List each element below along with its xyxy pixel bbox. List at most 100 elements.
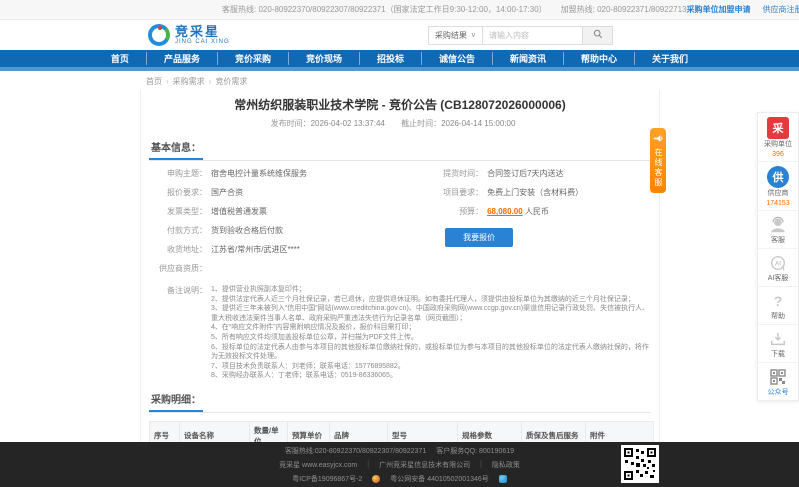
breadcrumb-separator: › — [208, 77, 212, 86]
footer-separator: | — [367, 461, 370, 468]
info-value: 合同签订后7天内送达 — [487, 169, 564, 178]
remark-line: 5、所有响应文件均须加盖投标单位公章，并扫描为PDF文件上传。 — [211, 333, 418, 341]
question-icon: ? — [773, 293, 783, 309]
budget-amount: 68,080.00 — [487, 207, 523, 216]
info-row-payment: 付款方式： 货到验收合格后付款 — [149, 226, 425, 236]
info-row-subject: 申购主题： 宿舍电控计量系统维保服务 — [149, 169, 425, 179]
sidebar-item-label: 采购单位 — [764, 141, 792, 148]
info-row-qualification: 供应商资质： — [149, 264, 425, 274]
remarks-block: 备注说明： 1、提供营业执照副本复印件； 2、提供法定代表人近三个月社保记录，若… — [149, 285, 651, 381]
search-button[interactable] — [583, 25, 613, 45]
nav-item-integrity[interactable]: 诚信公告 — [421, 52, 492, 65]
basic-info-title: 基本信息： — [149, 139, 203, 160]
info-value: 江苏省/常州市/武进区**** — [211, 245, 300, 254]
footer-icp-link[interactable]: 粤ICP备19096867号-2 — [292, 474, 362, 484]
remark-line: 4、在“响应文件附件”内容需附响应情况及报价，报价科目需打印； — [211, 324, 416, 332]
footer-hotline: 客服热线:020-80922370/80922307/80922371 — [284, 447, 427, 455]
qr-code-icon — [768, 367, 788, 387]
basic-info-section-header: 基本信息： — [149, 139, 651, 161]
info-row-project-req: 项目要求： 免费上门安装（含材料费） — [425, 188, 651, 198]
info-label: 报价要求： — [167, 188, 207, 197]
sidebar-item-wechat[interactable]: 公众号 — [758, 363, 798, 400]
remark-line: 3、提供近三年未被列入“信用中国”网站(www.creditchina.gov.… — [211, 305, 650, 322]
info-value: 免费上门安装（含材料费） — [487, 188, 584, 197]
publish-time-label: 发布时间： — [270, 119, 311, 128]
sidebar-item-label: 公众号 — [767, 389, 789, 396]
footer-police-link[interactable]: 粤公网安备 44010502001346号 — [390, 474, 488, 484]
supplier-badge-icon: 供 — [767, 166, 789, 188]
purchaser-join-link[interactable]: 采购单位加盟申请 — [687, 4, 751, 15]
sidebar-item-suppliers[interactable]: 供 供应商 174153 — [758, 162, 798, 211]
nav-item-tenders[interactable]: 招投标 — [358, 52, 421, 65]
nav-item-about[interactable]: 关于我们 — [634, 52, 705, 65]
top-utility-bar: 客服热线: 020-80922370/80922307/80922371（国家法… — [0, 0, 799, 20]
info-label: 付款方式： — [167, 226, 207, 235]
breadcrumb-bid-demand[interactable]: 竞价需求 — [215, 76, 247, 87]
nav-item-products[interactable]: 产品服务 — [145, 52, 217, 65]
sidebar-item-label: 供应商 — [767, 190, 789, 197]
purchase-detail-section-header: 采购明细： — [149, 391, 651, 413]
breadcrumb-home[interactable]: 首页 — [146, 76, 162, 87]
purchaser-count: 396 — [772, 151, 784, 158]
footer-qr-code — [621, 445, 659, 483]
footer-brand-link[interactable]: 竞采星 www.easyjcx.com — [279, 460, 357, 470]
sidebar-item-purchasers[interactable]: 采 采购单位 396 — [758, 113, 798, 162]
info-row-budget: 预算： 68,080.00 人民币 — [425, 207, 651, 217]
online-service-ribbon[interactable]: 在线客服 — [650, 128, 666, 193]
search-category-value: 采购结果 — [434, 30, 467, 40]
ai-service-icon: AI — [768, 253, 788, 273]
nav-item-help[interactable]: 帮助中心 — [563, 52, 634, 65]
customer-service-icon — [768, 215, 788, 235]
sidebar-item-download[interactable]: 下载 — [758, 325, 798, 363]
footer-separator: | — [480, 461, 482, 468]
megaphone-icon — [653, 132, 663, 146]
breadcrumb-purchase-demand[interactable]: 采购需求 — [173, 76, 205, 87]
notice-times: 发布时间：2026-04-02 13:37:44 截止时间：2026-04-14… — [149, 118, 651, 129]
search-category-select[interactable]: 采购结果 ∨ — [427, 25, 483, 45]
supplier-register-link[interactable]: 供应商注册 — [763, 4, 799, 15]
info-value: 增值税普通发票 — [211, 207, 267, 216]
remark-line: 6、投标单位的法定代表人由参与本项目的其他投标单位缴纳社保的，或投标单位为参与本… — [211, 343, 649, 361]
download-icon — [768, 329, 788, 349]
supplier-count: 174153 — [766, 200, 790, 207]
footer-company: 广州竞采星信息技术有限公司 — [379, 461, 471, 469]
info-row-address: 收货地址： 江苏省/常州市/武进区**** — [149, 245, 425, 255]
info-label: 提货时间： — [443, 169, 484, 178]
search-input[interactable] — [483, 25, 583, 45]
info-value: 宿舍电控计量系统维保服务 — [211, 169, 307, 178]
sidebar-item-customer-service[interactable]: 客服 — [758, 211, 798, 249]
page-footer: 客服热线:020-80922370/80922307/80922371 客户服务… — [0, 442, 799, 487]
floating-sidebar: 采 采购单位 396 供 供应商 174153 客服 AI AI客服 ? 帮助 … — [757, 112, 799, 401]
sidebar-item-label: 帮助 — [771, 313, 785, 320]
quote-button[interactable]: 我要报价 — [445, 228, 514, 247]
site-header: 竞采星 JING CAI XING 采购结果 ∨ — [0, 20, 799, 50]
deadline-label: 截止时间： — [401, 119, 442, 128]
sidebar-item-help[interactable]: ? 帮助 — [758, 287, 798, 325]
site-logo[interactable]: 竞采星 JING CAI XING — [148, 24, 230, 46]
info-label: 申购主题： — [167, 169, 207, 178]
nav-item-bidding-live[interactable]: 竞价现场 — [287, 52, 359, 65]
info-row-delivery: 提货时间： 合同签订后7天内送达 — [425, 169, 651, 179]
service-hotline-text: 客服热线: 020-80922370/80922307/80922371（国家法… — [222, 5, 547, 14]
budget-label: 预算： — [459, 207, 484, 216]
breadcrumb: 首页 › 采购需求 › 竞价需求 — [0, 71, 799, 90]
info-label: 发票类型： — [167, 207, 207, 216]
security-badge-icon — [498, 474, 507, 483]
search-bar: 采购结果 ∨ — [427, 25, 613, 45]
sidebar-item-label: AI客服 — [767, 275, 789, 282]
nav-item-bidding-purchase[interactable]: 竞价采购 — [216, 52, 288, 65]
chevron-down-icon: ∨ — [470, 32, 476, 39]
remarks-label: 备注说明： — [167, 286, 207, 295]
sidebar-item-ai-service[interactable]: AI AI客服 — [758, 249, 798, 287]
remark-line: 8、采购经办联系人：丁老师；联系电话：0519-86336065。 — [211, 372, 397, 380]
search-icon — [593, 28, 603, 42]
footer-qq: 客户服务QQ: 800190619 — [436, 447, 515, 455]
nav-item-news[interactable]: 新闻资讯 — [492, 52, 563, 65]
remark-line: 2、提供法定代表人近三个月社保记录，若已退休，应提供退休证明。如有委托代理人，须… — [211, 295, 635, 303]
footer-privacy-link[interactable]: 隐私政策 — [492, 460, 520, 470]
remark-line: 7、项目技术负责联系人：刘老师；联系电话：15776895882。 — [211, 362, 405, 370]
publish-time-value: 2026-04-02 13:37:44 — [310, 119, 385, 128]
join-hotline-text: 加盟热线: 020-80922371/80922713 — [560, 5, 687, 14]
breadcrumb-separator: › — [166, 77, 169, 86]
nav-item-home[interactable]: 首页 — [94, 52, 146, 65]
